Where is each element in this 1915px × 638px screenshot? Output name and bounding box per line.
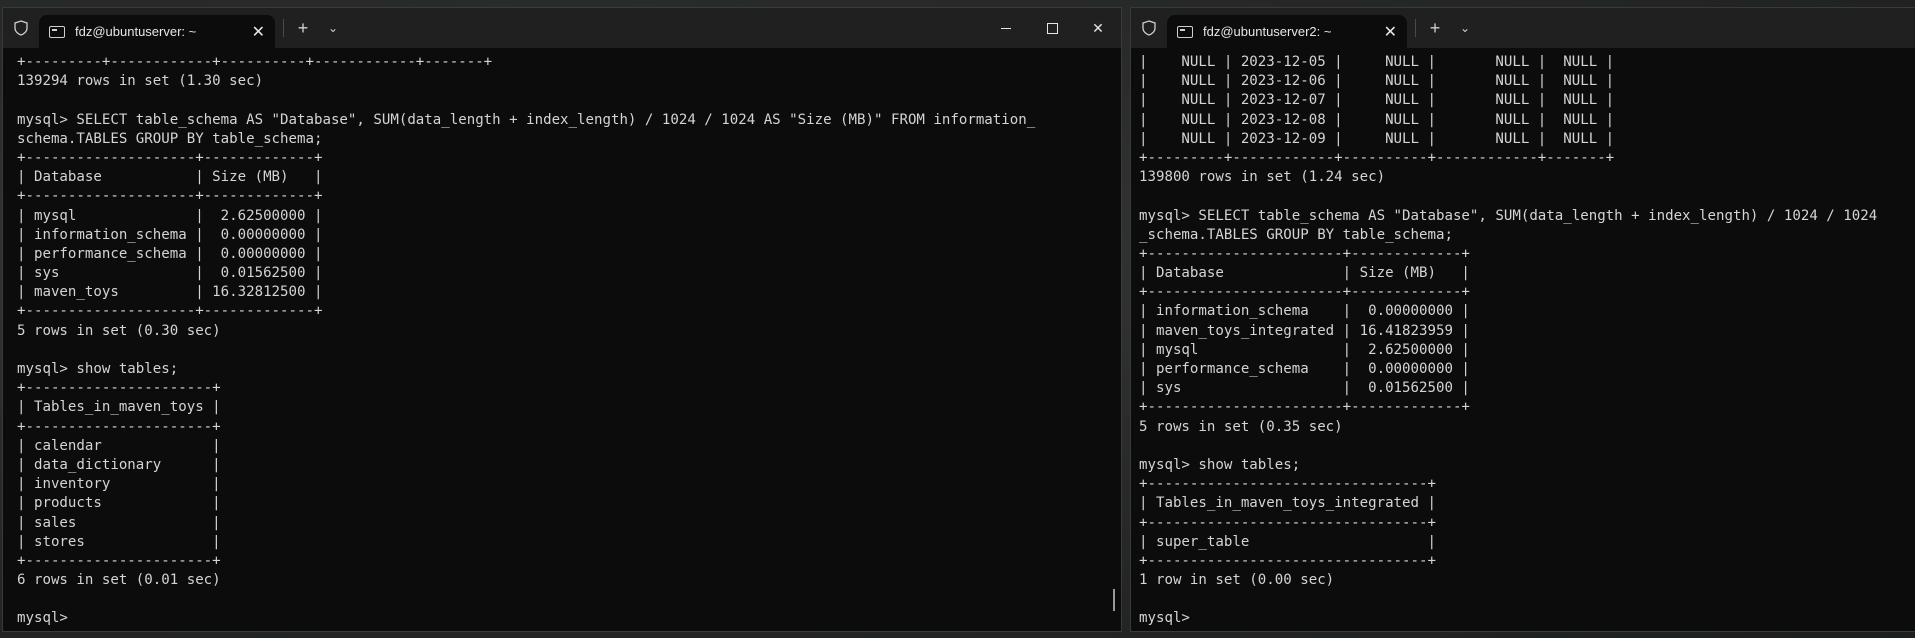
maximize-icon xyxy=(1046,22,1058,34)
terminal-line: +--------------------+-------------+ xyxy=(17,188,323,205)
window-controls: ✕ xyxy=(983,8,1121,48)
terminal-line: +---------------------------------+ xyxy=(1139,514,1436,531)
tab-title: fdz@ubuntuserver2: ~ xyxy=(1203,24,1332,39)
divider xyxy=(1415,19,1416,37)
title-bar[interactable]: fdz@ubuntuserver: ~ ✕ + ⌄ ✕ xyxy=(3,8,1121,48)
terminal-line: | calendar | xyxy=(17,437,221,454)
minimize-icon xyxy=(1001,27,1011,29)
terminal-line: _schema.TABLES GROUP BY table_schema; xyxy=(1139,226,1453,243)
terminal-line: mysql> xyxy=(17,610,68,627)
close-icon: ✕ xyxy=(1092,19,1104,36)
tab-terminal[interactable]: fdz@ubuntuserver: ~ ✕ xyxy=(39,15,275,48)
terminal-line: +---------+------------+----------+-----… xyxy=(17,54,493,70)
terminal-line: mysql> show tables; xyxy=(17,361,179,377)
plus-icon[interactable]: + xyxy=(1420,18,1450,39)
terminal-line: +--------------------+-------------+ xyxy=(17,303,323,320)
terminal-line: +---------+------------+----------+-----… xyxy=(1139,149,1615,166)
terminal-line: 6 rows in set (0.01 sec) xyxy=(17,572,221,589)
scrollbar[interactable] xyxy=(1113,589,1115,611)
terminal-line: | information_schema | 0.00000000 | xyxy=(17,226,323,243)
close-window-button[interactable]: ✕ xyxy=(1075,8,1121,48)
terminal-line: | products | xyxy=(17,495,221,512)
terminal-line: mysql> SELECT table_schema AS "Database"… xyxy=(1139,207,1878,224)
terminal-line: | sys | 0.01562500 | xyxy=(1139,380,1470,397)
terminal-line: +---------------------------------+ xyxy=(1139,476,1436,493)
terminal-line: 1 row in set (0.00 sec) xyxy=(1139,572,1335,589)
shield-icon xyxy=(3,8,39,48)
minimize-button[interactable] xyxy=(983,8,1029,48)
terminal-line: mysql> SELECT table_schema AS "Database"… xyxy=(17,111,1036,128)
plus-icon[interactable]: + xyxy=(288,18,318,39)
terminal-window-1[interactable]: fdz@ubuntuserver: ~ ✕ + ⌄ ✕ +---------+-… xyxy=(2,7,1122,632)
terminal-line: +----------------------+ xyxy=(17,418,221,435)
terminal-line: +----------------------+ xyxy=(17,552,221,569)
terminal-line: | inventory | xyxy=(17,476,221,493)
terminal-line: | mysql | 2.62500000 | xyxy=(1139,341,1470,358)
terminal-line: 139294 rows in set (1.30 sec) xyxy=(17,73,264,90)
terminal-line: | maven_toys_integrated | 16.41823959 | xyxy=(1139,322,1470,339)
terminal-line: | sys | 0.01562500 | xyxy=(17,265,323,282)
close-icon[interactable]: ✕ xyxy=(252,22,265,42)
divider xyxy=(283,19,284,37)
terminal-line: | super_table | xyxy=(1139,533,1436,550)
terminal-icon xyxy=(1177,25,1193,38)
terminal-line: 139800 rows in set (1.24 sec) xyxy=(1139,169,1386,186)
tab-terminal[interactable]: fdz@ubuntuserver2: ~ ✕ xyxy=(1167,15,1407,48)
terminal-line: mysql> show tables; xyxy=(1139,456,1301,473)
terminal-output[interactable]: | NULL | 2023-12-05 | NULL | NULL | NULL… xyxy=(1139,53,1915,631)
terminal-line: | sales | xyxy=(17,514,221,531)
terminal-line: | NULL | 2023-12-07 | NULL | NULL | NULL… xyxy=(1139,92,1615,109)
terminal-line: | NULL | 2023-12-05 | NULL | NULL | NULL… xyxy=(1139,54,1615,70)
terminal-line: | Tables_in_maven_toys_integrated | xyxy=(1139,495,1436,512)
terminal-line: | performance_schema | 0.00000000 | xyxy=(1139,361,1470,377)
terminal-line: mysql> xyxy=(1139,610,1190,627)
terminal-line: | data_dictionary | xyxy=(17,456,221,473)
terminal-line: | maven_toys | 16.32812500 | xyxy=(17,284,323,301)
terminal-output[interactable]: +---------+------------+----------+-----… xyxy=(17,53,1107,631)
terminal-icon xyxy=(49,25,65,38)
close-icon[interactable]: ✕ xyxy=(1384,22,1397,42)
terminal-line: | NULL | 2023-12-06 | NULL | NULL | NULL… xyxy=(1139,73,1615,90)
tab-title: fdz@ubuntuserver: ~ xyxy=(75,24,197,39)
chevron-down-icon[interactable]: ⌄ xyxy=(1450,21,1480,35)
title-bar[interactable]: fdz@ubuntuserver2: ~ ✕ + ⌄ xyxy=(1131,8,1915,48)
terminal-line: +----------------------+ xyxy=(17,380,221,397)
terminal-line: +-----------------------+-------------+ xyxy=(1139,284,1470,301)
terminal-line: 5 rows in set (0.35 sec) xyxy=(1139,418,1343,435)
terminal-line: | information_schema | 0.00000000 | xyxy=(1139,303,1470,320)
terminal-line: | performance_schema | 0.00000000 | xyxy=(17,245,323,262)
terminal-line: | mysql | 2.62500000 | xyxy=(17,207,323,224)
terminal-line: | NULL | 2023-12-08 | NULL | NULL | NULL… xyxy=(1139,111,1615,128)
terminal-line: | Tables_in_maven_toys | xyxy=(17,399,221,416)
terminal-line: schema.TABLES GROUP BY table_schema; xyxy=(17,130,323,147)
terminal-line: 5 rows in set (0.30 sec) xyxy=(17,322,221,339)
terminal-line: | Database | Size (MB) | xyxy=(17,169,323,186)
terminal-line: +-----------------------+-------------+ xyxy=(1139,245,1470,262)
terminal-line: | stores | xyxy=(17,533,221,550)
maximize-button[interactable] xyxy=(1029,8,1075,48)
terminal-line: +-----------------------+-------------+ xyxy=(1139,399,1470,416)
terminal-line: +---------------------------------+ xyxy=(1139,552,1436,569)
terminal-line: +--------------------+-------------+ xyxy=(17,149,323,166)
chevron-down-icon[interactable]: ⌄ xyxy=(318,21,348,35)
terminal-window-2[interactable]: fdz@ubuntuserver2: ~ ✕ + ⌄ | NULL | 2023… xyxy=(1130,7,1915,632)
terminal-line: | Database | Size (MB) | xyxy=(1139,265,1470,282)
shield-icon xyxy=(1131,8,1167,48)
terminal-line: | NULL | 2023-12-09 | NULL | NULL | NULL… xyxy=(1139,130,1615,147)
